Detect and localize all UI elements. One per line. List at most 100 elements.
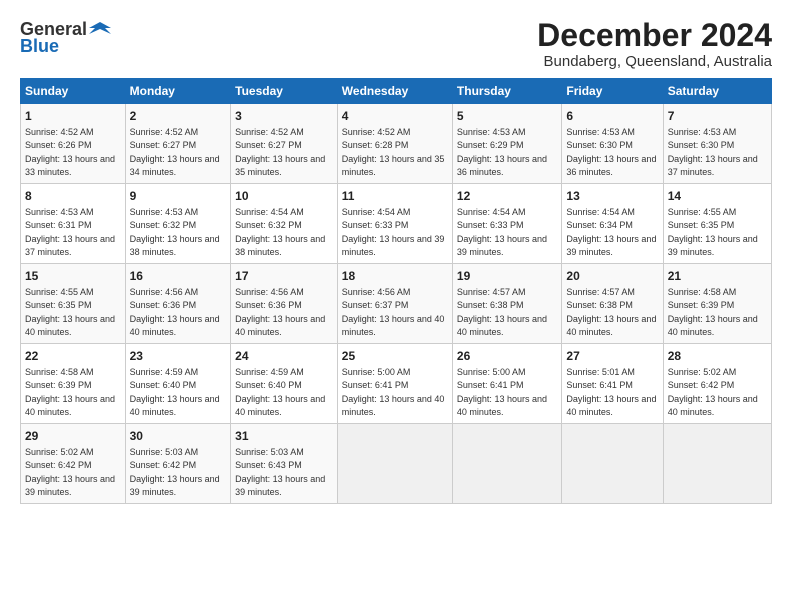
day-number: 15 [25,268,121,285]
day-number: 22 [25,348,121,365]
day-number: 28 [668,348,767,365]
day-info: Sunrise: 4:57 AMSunset: 6:38 PMDaylight:… [566,287,656,337]
day-number: 20 [566,268,658,285]
table-row: 22 Sunrise: 4:58 AMSunset: 6:39 PMDayligh… [21,344,126,424]
day-number: 21 [668,268,767,285]
day-number: 8 [25,188,121,205]
table-row: 21 Sunrise: 4:58 AMSunset: 6:39 PMDayligh… [663,264,771,344]
table-row: 26Sunrise: 5:00 AMSunset: 6:41 PMDayligh… [452,344,561,424]
day-info: Sunrise: 4:56 AMSunset: 6:36 PMDaylight:… [235,287,325,337]
day-info: Sunrise: 4:53 AMSunset: 6:30 PMDaylight:… [668,127,758,177]
day-number: 27 [566,348,658,365]
day-info: Sunrise: 4:57 AMSunset: 6:38 PMDaylight:… [457,287,547,337]
day-number: 29 [25,428,121,445]
table-row: 20 Sunrise: 4:57 AMSunset: 6:38 PMDayligh… [562,264,663,344]
col-header-sunday: Sunday [21,79,126,104]
table-row [337,424,452,504]
day-number: 26 [457,348,557,365]
day-info: Sunrise: 4:58 AMSunset: 6:39 PMDaylight:… [668,287,758,337]
day-info: Sunrise: 4:54 AMSunset: 6:34 PMDaylight:… [566,207,656,257]
day-number: 18 [342,268,448,285]
table-row: 12 Sunrise: 4:54 AMSunset: 6:33 PMDayligh… [452,184,561,264]
day-info: Sunrise: 4:59 AMSunset: 6:40 PMDaylight:… [130,367,220,417]
table-row: 29 Sunrise: 5:02 AMSunset: 6:42 PMDayligh… [21,424,126,504]
page: General Blue December 2024 Bundaberg, Qu… [0,0,792,612]
day-number: 25 [342,348,448,365]
day-info: Sunrise: 5:02 AMSunset: 6:42 PMDaylight:… [25,447,115,497]
logo-blue: Blue [20,36,59,57]
col-header-monday: Monday [125,79,231,104]
table-row: 8 Sunrise: 4:53 AMSunset: 6:31 PMDaylight… [21,184,126,264]
table-row: 17 Sunrise: 4:56 AMSunset: 6:36 PMDayligh… [231,264,338,344]
table-row: 30 Sunrise: 5:03 AMSunset: 6:42 PMDayligh… [125,424,231,504]
header: General Blue December 2024 Bundaberg, Qu… [20,18,772,70]
table-row: 27 Sunrise: 5:01 AMSunset: 6:41 PMDayligh… [562,344,663,424]
week-row-2: 8 Sunrise: 4:53 AMSunset: 6:31 PMDaylight… [21,184,772,264]
day-number: 4 [342,108,448,125]
table-row: 1 Sunrise: 4:52 AMSunset: 6:26 PMDaylight… [21,104,126,184]
day-info: Sunrise: 5:03 AMSunset: 6:42 PMDaylight:… [130,447,220,497]
day-info: Sunrise: 4:54 AMSunset: 6:33 PMDaylight:… [457,207,547,257]
page-title: December 2024 [537,18,772,53]
table-row: 25 Sunrise: 5:00 AMSunset: 6:41 PMDayligh… [337,344,452,424]
week-row-4: 22 Sunrise: 4:58 AMSunset: 6:39 PMDayligh… [21,344,772,424]
table-row: 23Sunrise: 4:59 AMSunset: 6:40 PMDayligh… [125,344,231,424]
week-row-1: 1 Sunrise: 4:52 AMSunset: 6:26 PMDaylight… [21,104,772,184]
table-row: 14 Sunrise: 4:55 AMSunset: 6:35 PMDayligh… [663,184,771,264]
day-info: Sunrise: 4:58 AMSunset: 6:39 PMDaylight:… [25,367,115,417]
table-row [562,424,663,504]
day-info: Sunrise: 5:02 AMSunset: 6:42 PMDaylight:… [668,367,758,417]
table-row: 4Sunrise: 4:52 AMSunset: 6:28 PMDaylight… [337,104,452,184]
col-header-saturday: Saturday [663,79,771,104]
calendar-table: SundayMondayTuesdayWednesdayThursdayFrid… [20,78,772,504]
table-row: 9 Sunrise: 4:53 AMSunset: 6:32 PMDaylight… [125,184,231,264]
logo-bird-icon [89,18,111,40]
day-number: 12 [457,188,557,205]
day-info: Sunrise: 4:54 AMSunset: 6:32 PMDaylight:… [235,207,325,257]
header-row: SundayMondayTuesdayWednesdayThursdayFrid… [21,79,772,104]
day-number: 14 [668,188,767,205]
day-number: 17 [235,268,333,285]
day-number: 1 [25,108,121,125]
day-number: 13 [566,188,658,205]
table-row: 18 Sunrise: 4:56 AMSunset: 6:37 PMDayligh… [337,264,452,344]
title-block: December 2024 Bundaberg, Queensland, Aus… [537,18,772,70]
day-info: Sunrise: 4:52 AMSunset: 6:26 PMDaylight:… [25,127,115,177]
logo: General Blue [20,18,111,57]
col-header-thursday: Thursday [452,79,561,104]
table-row: 16 Sunrise: 4:56 AMSunset: 6:36 PMDayligh… [125,264,231,344]
day-info: Sunrise: 4:55 AMSunset: 6:35 PMDaylight:… [668,207,758,257]
week-row-3: 15Sunrise: 4:55 AMSunset: 6:35 PMDayligh… [21,264,772,344]
table-row: 5Sunrise: 4:53 AMSunset: 6:29 PMDaylight… [452,104,561,184]
table-row: 15Sunrise: 4:55 AMSunset: 6:35 PMDayligh… [21,264,126,344]
day-info: Sunrise: 5:01 AMSunset: 6:41 PMDaylight:… [566,367,656,417]
day-info: Sunrise: 4:52 AMSunset: 6:27 PMDaylight:… [235,127,325,177]
day-info: Sunrise: 4:53 AMSunset: 6:30 PMDaylight:… [566,127,656,177]
day-number: 24 [235,348,333,365]
day-info: Sunrise: 5:00 AMSunset: 6:41 PMDaylight:… [342,367,445,417]
day-info: Sunrise: 4:52 AMSunset: 6:27 PMDaylight:… [130,127,220,177]
day-number: 30 [130,428,227,445]
day-info: Sunrise: 4:56 AMSunset: 6:37 PMDaylight:… [342,287,445,337]
day-number: 9 [130,188,227,205]
day-info: Sunrise: 4:54 AMSunset: 6:33 PMDaylight:… [342,207,445,257]
day-info: Sunrise: 4:56 AMSunset: 6:36 PMDaylight:… [130,287,220,337]
day-info: Sunrise: 4:59 AMSunset: 6:40 PMDaylight:… [235,367,325,417]
week-row-5: 29 Sunrise: 5:02 AMSunset: 6:42 PMDayligh… [21,424,772,504]
table-row: 7Sunrise: 4:53 AMSunset: 6:30 PMDaylight… [663,104,771,184]
table-row [663,424,771,504]
day-info: Sunrise: 4:53 AMSunset: 6:31 PMDaylight:… [25,207,115,257]
day-number: 3 [235,108,333,125]
day-number: 5 [457,108,557,125]
table-row: 3 Sunrise: 4:52 AMSunset: 6:27 PMDaylight… [231,104,338,184]
table-row: 11 Sunrise: 4:54 AMSunset: 6:33 PMDayligh… [337,184,452,264]
table-row: 10Sunrise: 4:54 AMSunset: 6:32 PMDayligh… [231,184,338,264]
day-info: Sunrise: 4:53 AMSunset: 6:32 PMDaylight:… [130,207,220,257]
day-number: 16 [130,268,227,285]
day-number: 11 [342,188,448,205]
table-row: 13 Sunrise: 4:54 AMSunset: 6:34 PMDayligh… [562,184,663,264]
col-header-wednesday: Wednesday [337,79,452,104]
table-row: 6Sunrise: 4:53 AMSunset: 6:30 PMDaylight… [562,104,663,184]
table-row: 19Sunrise: 4:57 AMSunset: 6:38 PMDayligh… [452,264,561,344]
table-row: 2Sunrise: 4:52 AMSunset: 6:27 PMDaylight… [125,104,231,184]
